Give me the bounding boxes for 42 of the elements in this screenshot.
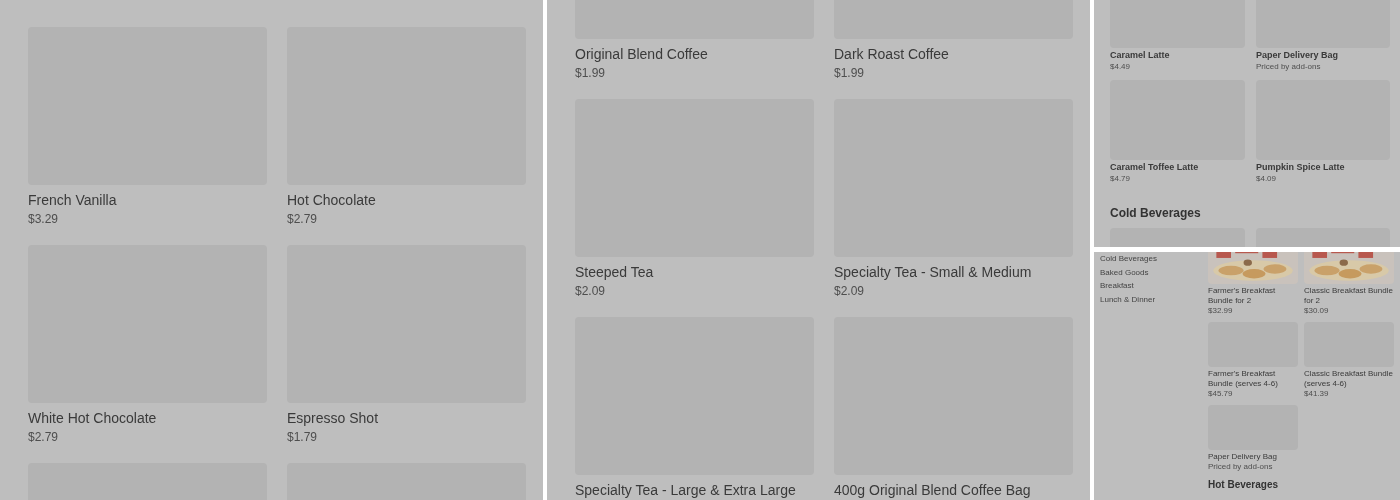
section-heading: Cold Beverages: [1110, 205, 1202, 222]
section-heading: Hot Beverages: [1208, 478, 1280, 491]
item-price: Priced by add-ons: [1208, 462, 1274, 472]
item-price: $32.99: [1208, 306, 1234, 316]
item-price: $45.79: [1208, 389, 1234, 399]
item-price: $3.29: [28, 211, 60, 228]
item-name[interactable]: Paper Delivery Bag: [1256, 49, 1390, 61]
item-price: $4.79: [1110, 173, 1132, 184]
item-price: $2.79: [28, 429, 60, 446]
category-link[interactable]: Lunch & Dinner: [1100, 292, 1208, 306]
item-name[interactable]: Paper Delivery Bag: [1208, 452, 1298, 462]
item-name[interactable]: Classic Breakfast Bundle (serves 4-6): [1304, 369, 1394, 389]
item-price: $1.79: [287, 429, 319, 446]
item-name[interactable]: Caramel Latte: [1110, 49, 1245, 61]
item-price: $4.09: [1256, 173, 1278, 184]
item-name[interactable]: Caramel Toffee Latte: [1110, 161, 1245, 173]
item-name[interactable]: Steeped Tea: [575, 262, 814, 282]
item-price: $2.79: [287, 211, 319, 228]
item-price: $4.49: [1110, 61, 1132, 72]
item-name[interactable]: Farmer's Breakfast Bundle for 2: [1208, 286, 1298, 306]
item-name[interactable]: Classic Breakfast Bundle for 2: [1304, 286, 1394, 306]
item-name[interactable]: 400g Original Blend Coffee Bag: [834, 480, 1073, 500]
item-price: $1.99: [834, 65, 866, 82]
category-link[interactable]: Cold Beverages: [1100, 252, 1208, 266]
item-price: Priced by add-ons: [1256, 61, 1322, 72]
category-link[interactable]: Breakfast: [1100, 279, 1208, 293]
item-name[interactable]: Farmer's Breakfast Bundle (serves 4-6): [1208, 369, 1298, 389]
item-name[interactable]: Specialty Tea - Large & Extra Large: [575, 480, 814, 500]
item-name[interactable]: Dark Roast Coffee: [834, 44, 1073, 64]
item-price: $1.99: [575, 65, 607, 82]
category-link[interactable]: Baked Goods: [1100, 265, 1208, 279]
item-name[interactable]: Hot Chocolate: [287, 190, 526, 210]
item-name[interactable]: Espresso Shot: [287, 408, 526, 428]
item-name[interactable]: White Hot Chocolate: [28, 408, 267, 428]
item-price: $2.09: [834, 283, 866, 300]
item-price: $30.09: [1304, 306, 1330, 316]
item-name[interactable]: Pumpkin Spice Latte: [1256, 161, 1390, 173]
item-price: $41.39: [1304, 389, 1330, 399]
item-name[interactable]: French Vanilla: [28, 190, 267, 210]
item-price: $2.09: [575, 283, 607, 300]
item-name[interactable]: Specialty Tea - Small & Medium: [834, 262, 1073, 282]
item-name[interactable]: Original Blend Coffee: [575, 44, 814, 64]
